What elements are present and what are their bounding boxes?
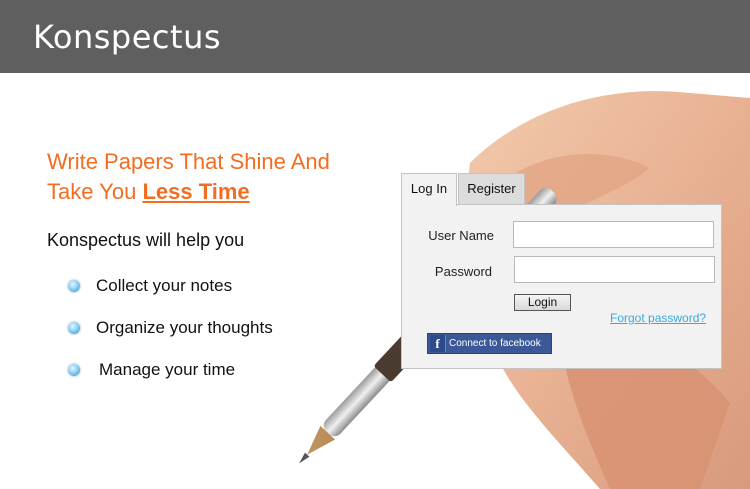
app-header: Konspectus [0,0,750,73]
facebook-connect-button[interactable]: f Connect to facebook [427,333,552,354]
bullet-icon [68,322,80,334]
password-input[interactable] [514,256,715,283]
headline-emphasis: Less Time [142,179,250,204]
username-input[interactable] [513,221,714,248]
facebook-icon: f [430,335,446,352]
app-title: Konspectus [33,18,222,56]
username-label: User Name [428,228,494,243]
feature-text: Manage your time [99,360,236,379]
tab-log-in[interactable]: Log In [401,173,457,206]
bullet-icon [68,364,80,376]
forgot-password-link[interactable]: Forgot password? [610,311,706,325]
subhead: Konspectus will help you [47,230,245,250]
facebook-button-label: Connect to facebook [449,338,541,349]
feature-text: Collect your notes [96,276,233,295]
login-panel: User Name Password Login Forgot password… [401,204,722,369]
password-label: Password [434,264,492,279]
headline: Write Papers That Shine And Take You Les… [47,147,377,207]
bullet-icon [68,280,80,292]
login-button[interactable]: Login [514,294,571,311]
feature-text: Organize your thoughts [96,318,273,337]
tab-register[interactable]: Register [458,173,525,205]
